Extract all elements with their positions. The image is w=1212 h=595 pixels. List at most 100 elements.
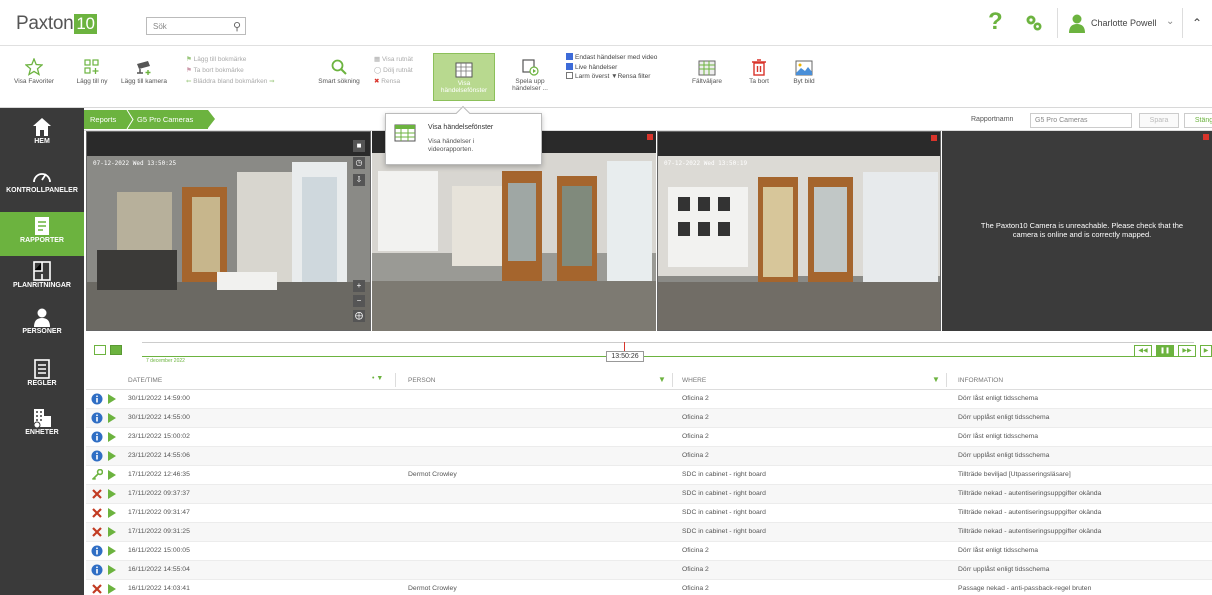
alarms-top-checkbox[interactable]: Larm överst xyxy=(566,72,609,80)
search-icon[interactable]: ⚲ xyxy=(233,20,241,33)
camera-icon[interactable]: ■ xyxy=(353,140,365,152)
column-header-person[interactable]: PERSON xyxy=(408,377,435,384)
play-video-icon[interactable] xyxy=(108,527,116,537)
camera-icon xyxy=(137,61,151,75)
access-denied-icon xyxy=(92,489,102,499)
zoom-controls: + − ⨁ xyxy=(353,280,365,322)
column-header-datetime[interactable]: DATE/TIME xyxy=(128,377,162,384)
sidebar-item-regler[interactable]: REGLER xyxy=(0,358,84,400)
paxton-logo[interactable]: Paxton 10 xyxy=(16,13,97,35)
sidebar-item-rapporter[interactable]: RAPPORTER xyxy=(0,212,84,256)
next-button[interactable]: ▶ xyxy=(1200,345,1212,357)
play-video-icon[interactable] xyxy=(108,394,116,404)
play-video-icon[interactable] xyxy=(108,508,116,518)
delete-button[interactable]: Ta bort xyxy=(742,54,776,85)
table-row[interactable]: 17/11/2022 09:31:25 SDC in cabinet - righ… xyxy=(86,523,1212,542)
help-icon[interactable]: ? xyxy=(988,8,1003,36)
fullscreen-icon[interactable]: ⨁ xyxy=(353,310,365,322)
close-camera-icon[interactable] xyxy=(647,134,653,140)
camera-view-3[interactable]: 07-12-2022 Wed 13:50:19 xyxy=(657,131,941,331)
sidebar-item-hem[interactable]: HEM xyxy=(0,116,84,158)
close-camera-icon[interactable] xyxy=(931,135,937,141)
timeline-calendar-button[interactable] xyxy=(110,345,122,355)
user-name[interactable]: Charlotte Powell xyxy=(1091,18,1157,28)
play-video-icon[interactable] xyxy=(108,489,116,499)
play-video-icon[interactable] xyxy=(108,451,116,461)
user-menu-chevron-icon[interactable]: ⌄ xyxy=(1166,16,1174,27)
show-favorites-button[interactable]: Visa Favoriter xyxy=(14,54,54,85)
search-input[interactable]: Sök ⚲ xyxy=(146,17,246,35)
play-video-icon[interactable] xyxy=(108,584,116,594)
sidebar-item-kontrollpaneler[interactable]: KONTROLLPANELER xyxy=(0,165,84,207)
cell-where: SDC in cabinet - right board xyxy=(682,528,766,535)
rewind-button[interactable]: ◀◀ xyxy=(1134,345,1152,357)
table-row[interactable]: 23/11/2022 14:55:06 Oficina 2 Dörr upplåst… xyxy=(86,447,1212,466)
cell-information: Dörr låst enligt tidsschema xyxy=(958,395,1039,402)
play-events-button[interactable]: Spela upp händelser ... xyxy=(508,54,552,92)
field-chooser-button[interactable]: Fältväljare xyxy=(688,54,726,85)
camera-view-4-unreachable[interactable]: The Paxton10 Camera is unreachable. Plea… xyxy=(942,131,1212,331)
cell-where: Oficina 2 xyxy=(682,566,709,573)
table-row[interactable]: 17/11/2022 09:31:47 SDC in cabinet - righ… xyxy=(86,504,1212,523)
column-header-where[interactable]: WHERE xyxy=(682,377,706,384)
table-row[interactable]: 16/11/2022 14:03:41 Dermot Crowley Oficina… xyxy=(86,580,1212,595)
breadcrumb-reports[interactable]: Reports xyxy=(90,115,116,124)
video-grid: 07-12-2022 Wed 13:50:25 ■ ◷ ⇩ + − ⨁ 07-1… xyxy=(86,131,1212,333)
timeline-list-view-button[interactable] xyxy=(94,345,106,355)
table-row[interactable]: 23/11/2022 15:00:02 Oficina 2 Dörr låst en… xyxy=(86,428,1212,447)
play-video-icon[interactable] xyxy=(108,565,116,575)
camera-view-1[interactable]: 07-12-2022 Wed 13:50:25 ■ ◷ ⇩ + − ⨁ xyxy=(86,131,371,331)
change-image-button[interactable]: Byt bild xyxy=(784,54,824,85)
show-grid-button[interactable]: ▦ Visa rutnät xyxy=(374,54,413,65)
table-row[interactable]: 16/11/2022 14:55:04 Oficina 2 Dörr upplåst… xyxy=(86,561,1212,580)
report-name-input[interactable]: G5 Pro Cameras xyxy=(1030,113,1132,128)
sidebar-item-planritningar[interactable]: PLANRITNINGAR xyxy=(0,260,84,302)
filter-icon[interactable]: ▼ xyxy=(932,375,940,384)
remove-bookmark-button[interactable]: ⚑ Ta bort bokmärke xyxy=(186,65,275,76)
settings-gears-icon[interactable] xyxy=(1025,14,1043,32)
clear-filter-button[interactable]: ▼Rensa filter xyxy=(611,73,650,80)
table-row[interactable]: 17/11/2022 09:37:37 SDC in cabinet - righ… xyxy=(86,485,1212,504)
browse-bookmarks-button[interactable]: ⇐ Bläddra bland bokmärken ⇒ xyxy=(186,76,275,87)
filter-icon[interactable]: ▼ xyxy=(658,375,666,384)
play-video-icon[interactable] xyxy=(108,413,116,423)
add-camera-button[interactable]: Lägg till kamera xyxy=(121,54,167,85)
tooltip-show-event-window: Visa händelsefönster Visa händelser i vi… xyxy=(385,105,542,165)
pause-button[interactable]: ❚❚ xyxy=(1156,345,1174,357)
sidebar-item-enheter[interactable]: ENHETER xyxy=(0,407,84,449)
smart-search-button[interactable]: Smart sökning xyxy=(316,54,362,85)
cell-where: SDC in cabinet - right board xyxy=(682,509,766,516)
forward-button[interactable]: ▶▶ xyxy=(1178,345,1196,357)
table-row[interactable]: 16/11/2022 15:00:05 Oficina 2 Dörr låst en… xyxy=(86,542,1212,561)
collapse-ribbon-icon[interactable]: ⌃ xyxy=(1192,16,1202,30)
table-row[interactable]: 17/11/2022 12:46:35 Dermot Crowley SDC in … xyxy=(86,466,1212,485)
clock-icon[interactable]: ◷ xyxy=(353,157,365,169)
column-header-information[interactable]: INFORMATION xyxy=(958,377,1003,384)
only-video-events-checkbox[interactable]: Endast händelser med video xyxy=(566,53,657,63)
zoom-in-icon[interactable]: + xyxy=(353,280,365,292)
cell-information: Dörr upplåst enligt tidsschema xyxy=(958,566,1050,573)
play-video-icon[interactable] xyxy=(108,470,116,480)
live-events-checkbox[interactable]: Live händelser xyxy=(566,62,657,73)
add-new-button[interactable]: Lägg till ny xyxy=(72,54,112,85)
hide-grid-button[interactable]: ◯ Dölj rutnät xyxy=(374,65,413,76)
sort-filter-icon[interactable]: • ▼ xyxy=(372,375,383,382)
event-grid-icon xyxy=(394,124,416,142)
download-icon[interactable]: ⇩ xyxy=(353,174,365,186)
play-video-icon[interactable] xyxy=(108,546,116,556)
zoom-out-icon[interactable]: − xyxy=(353,295,365,307)
sidebar-item-personer[interactable]: PERSONER xyxy=(0,306,84,348)
close-button[interactable]: Stäng xyxy=(1184,113,1212,128)
info-icon xyxy=(91,545,103,557)
tooltip-title: Visa händelsefönster xyxy=(428,124,494,131)
clear-button[interactable]: ✖ Rensa xyxy=(374,76,413,87)
table-row[interactable]: 30/11/2022 14:59:00 Oficina 2 Dörr låst en… xyxy=(86,390,1212,409)
timeline-track[interactable] xyxy=(142,356,1194,357)
close-camera-icon[interactable] xyxy=(1203,134,1209,140)
cell-datetime: 30/11/2022 14:55:00 xyxy=(128,414,190,421)
table-row[interactable]: 30/11/2022 14:55:00 Oficina 2 Dörr upplåst… xyxy=(86,409,1212,428)
play-video-icon[interactable] xyxy=(108,432,116,442)
add-bookmark-button[interactable]: ⚑ Lägg till bokmärke xyxy=(186,54,275,65)
search-placeholder: Sök xyxy=(153,22,167,31)
save-button[interactable]: Spara xyxy=(1139,113,1179,128)
